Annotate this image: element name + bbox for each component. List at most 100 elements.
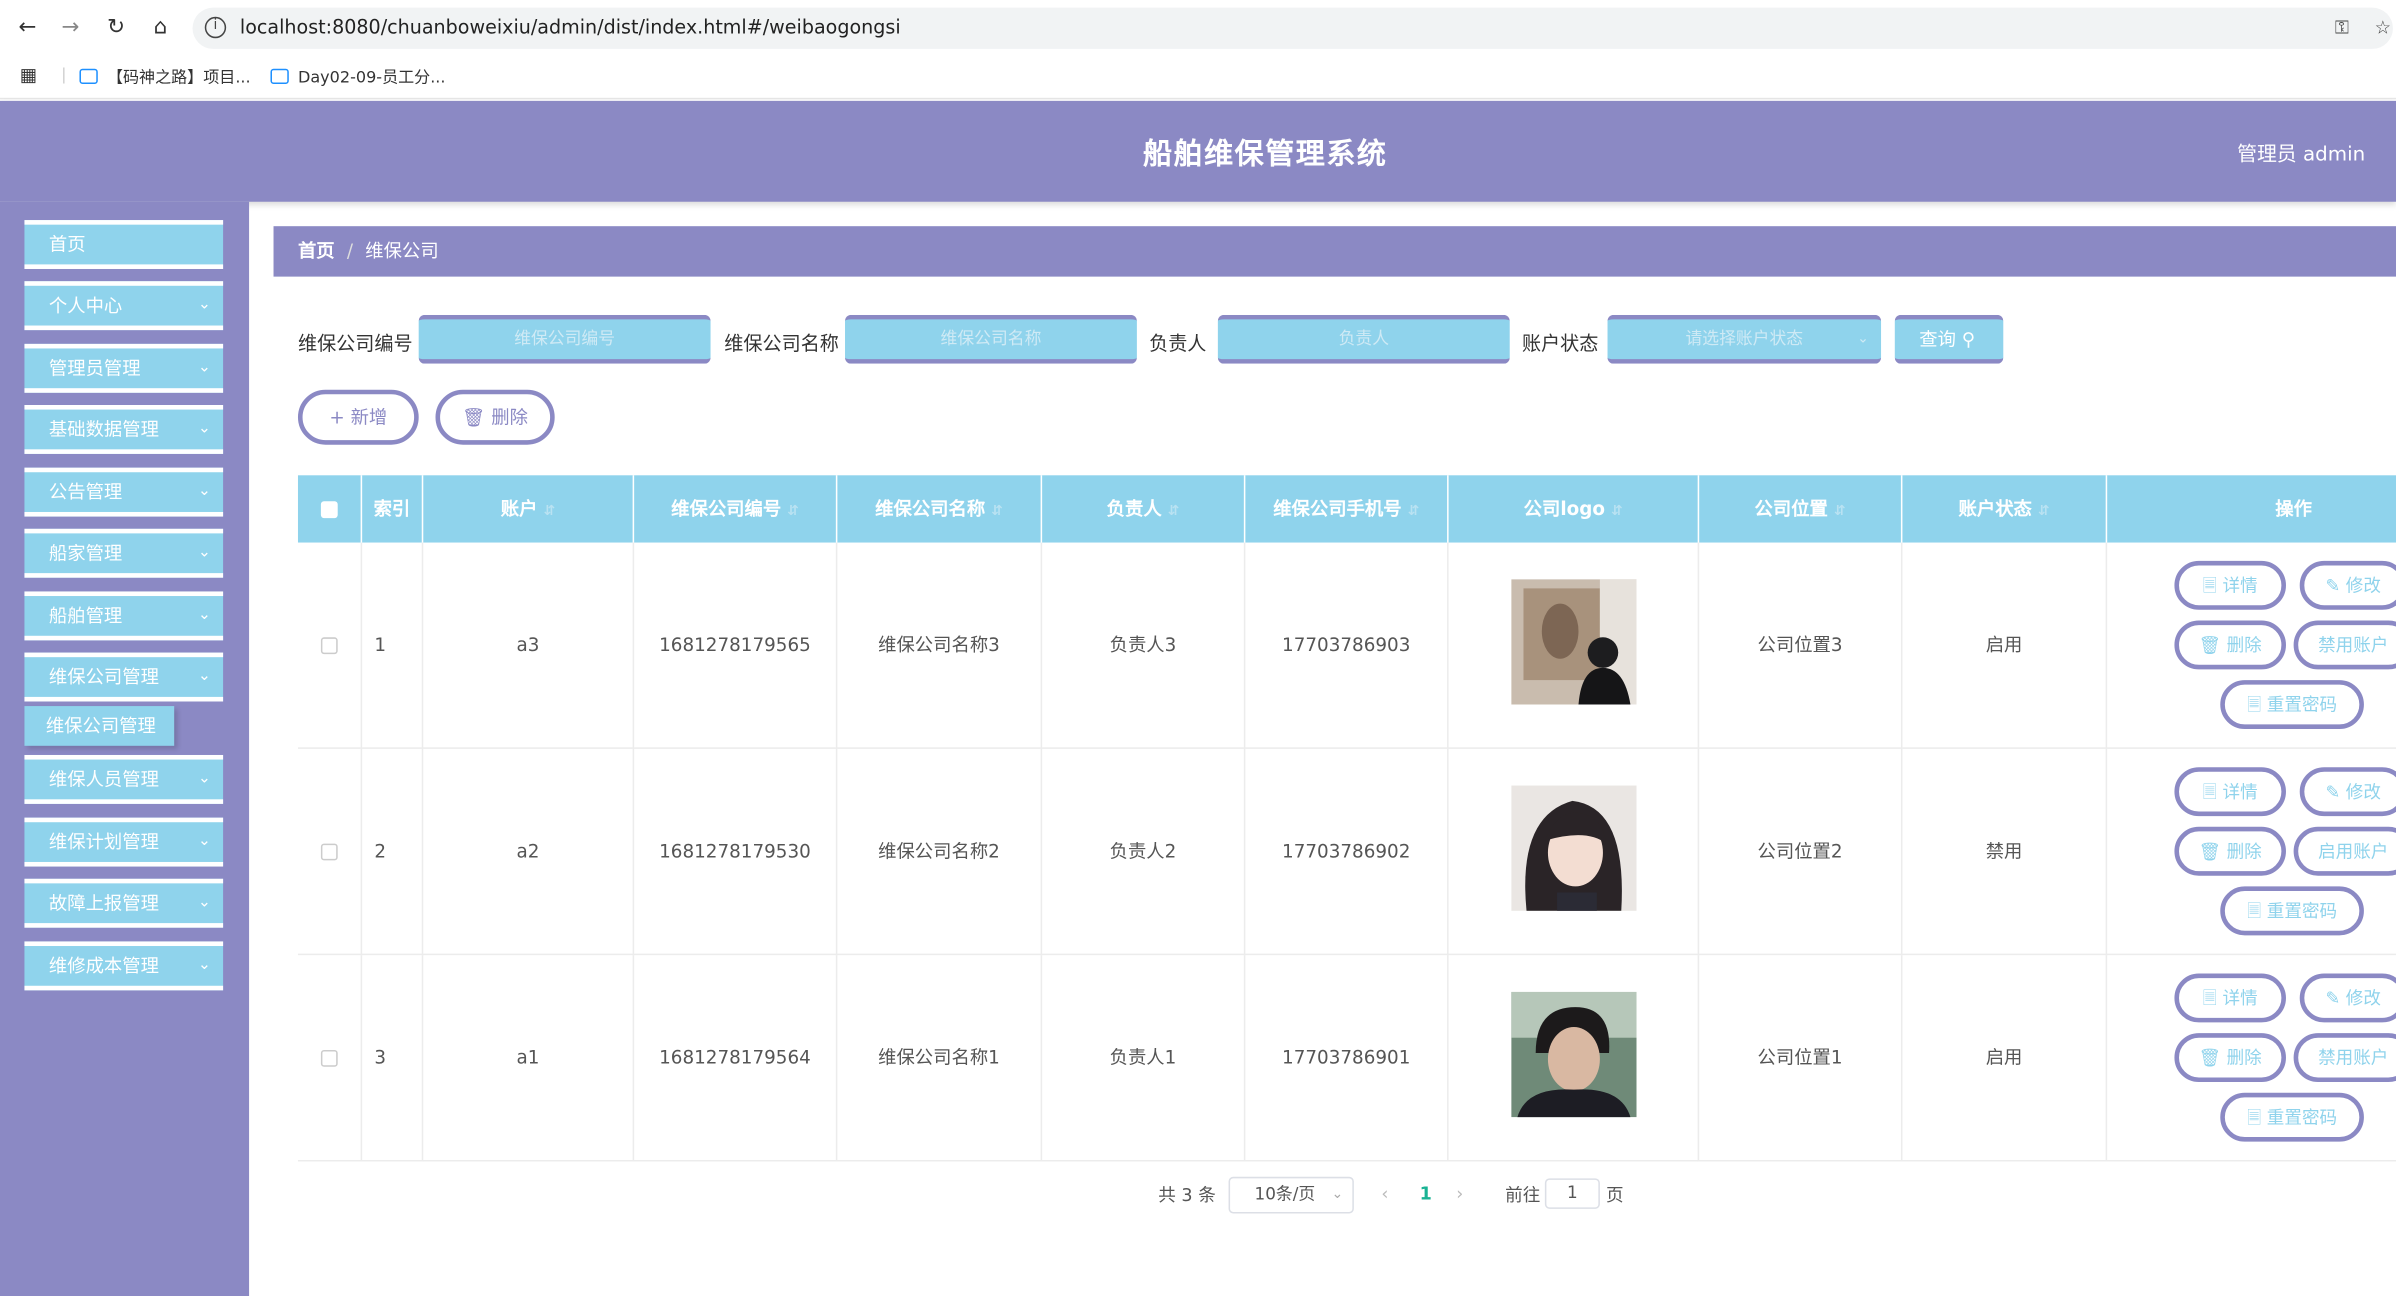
- page-size-select[interactable]: 10条/页 ⌄: [1228, 1176, 1354, 1214]
- col-code[interactable]: 维保公司编号 ⇵: [634, 475, 838, 543]
- sidebar-item-label: 维保计划管理: [48, 831, 159, 853]
- cell-code: 1681278179565: [634, 542, 838, 749]
- back-icon[interactable]: ←: [12, 12, 43, 43]
- filter-code-input[interactable]: 维保公司编号: [418, 314, 711, 364]
- detail-button[interactable]: 🗏 详情: [2174, 973, 2286, 1023]
- delete-button[interactable]: 🗑 删除: [2174, 1033, 2286, 1083]
- query-button[interactable]: 查询 ⚲: [1894, 314, 2004, 364]
- toggle-account-button[interactable]: 禁用账户: [2293, 1033, 2396, 1083]
- chevron-down-icon: ⌄: [198, 606, 211, 624]
- delete-label: 删除: [2226, 634, 2262, 656]
- toggle-account-button[interactable]: 禁用账户: [2293, 620, 2396, 670]
- sidebar-item-cost[interactable]: 维修成本管理 ⌄: [24, 941, 224, 991]
- prev-page-icon[interactable]: ‹: [1381, 1183, 1388, 1204]
- sidebar-item-basedata[interactable]: 基础数据管理 ⌄: [24, 405, 224, 454]
- sidebar-item-home[interactable]: 首页: [24, 220, 224, 269]
- col-phone[interactable]: 维保公司手机号 ⇵: [1245, 475, 1449, 543]
- filter-status-select[interactable]: 请选择账户状态 ⌄: [1607, 314, 1882, 364]
- select-all-checkbox[interactable]: [298, 475, 363, 543]
- sort-icon[interactable]: ⇵: [787, 504, 799, 519]
- edit-button[interactable]: ✎ 修改: [2299, 973, 2396, 1023]
- reload-icon[interactable]: ↻: [101, 12, 132, 43]
- document-icon: 🗏: [2247, 1106, 2262, 1128]
- sort-icon[interactable]: ⇵: [991, 504, 1003, 519]
- edit-button[interactable]: ✎ 修改: [2299, 767, 2396, 817]
- cell-phone: 17703786902: [1245, 748, 1449, 956]
- col-location[interactable]: 公司位置 ⇵: [1699, 475, 1903, 543]
- cell-account: a2: [423, 748, 635, 956]
- page-number-current[interactable]: 1: [1420, 1183, 1432, 1204]
- edit-button[interactable]: ✎ 修改: [2299, 560, 2396, 610]
- user-label[interactable]: 管理员 admin: [2237, 138, 2365, 167]
- sort-icon[interactable]: ⇵: [2038, 504, 2050, 519]
- delete-button[interactable]: 🗑 删除: [2174, 826, 2286, 876]
- trash-icon: 🗑: [2198, 1046, 2221, 1069]
- home-icon[interactable]: ⌂: [145, 12, 176, 43]
- filter-owner-label: 负责人: [1149, 331, 1207, 355]
- col-account[interactable]: 账户 ⇵: [423, 475, 635, 543]
- row-checkbox[interactable]: [298, 748, 363, 956]
- col-status[interactable]: 账户状态 ⇵: [1902, 475, 2108, 543]
- company-logo-image[interactable]: [1511, 785, 1637, 911]
- cell-index: 3: [362, 955, 424, 1162]
- star-icon[interactable]: ☆: [2375, 17, 2391, 38]
- goto-page-input[interactable]: 1: [1544, 1178, 1600, 1209]
- sort-icon[interactable]: ⇵: [1834, 504, 1846, 519]
- trash-icon: 🗑: [2198, 840, 2221, 862]
- sort-icon[interactable]: ⇵: [544, 504, 556, 519]
- col-owner-label: 负责人: [1106, 498, 1162, 520]
- reset-password-button[interactable]: 🗏 重置密码: [2220, 1092, 2364, 1142]
- sidebar-subitem-company[interactable]: 维保公司管理: [24, 706, 175, 746]
- sidebar-item-admin[interactable]: 管理员管理 ⌄: [24, 343, 224, 393]
- col-logo[interactable]: 公司logo ⇵: [1449, 475, 1700, 543]
- company-logo-image[interactable]: [1511, 579, 1637, 705]
- bookmark-1[interactable]: 【码神之路】项目...: [79, 66, 251, 89]
- sidebar-item-profile[interactable]: 个人中心 ⌄: [24, 281, 224, 331]
- document-icon: 🗏: [2247, 900, 2262, 922]
- filter-name-input[interactable]: 维保公司名称: [845, 314, 1137, 364]
- sidebar-item-shipowner[interactable]: 船家管理 ⌄: [24, 528, 224, 578]
- company-logo-image[interactable]: [1511, 991, 1637, 1118]
- sidebar-item-staff[interactable]: 维保人员管理 ⌄: [24, 754, 224, 804]
- document-icon: 🗏: [2202, 574, 2217, 597]
- chevron-down-icon: ⌄: [198, 832, 211, 850]
- sidebar-item-ship[interactable]: 船舶管理 ⌄: [24, 591, 224, 641]
- batch-delete-button[interactable]: 🗑 删除: [435, 389, 555, 445]
- sidebar-item-fault[interactable]: 故障上报管理 ⌄: [24, 878, 224, 928]
- document-icon: 🗏: [2247, 693, 2262, 716]
- add-button[interactable]: + 新增: [297, 389, 419, 445]
- row-checkbox[interactable]: [298, 542, 363, 749]
- delete-button[interactable]: 🗑 删除: [2174, 620, 2286, 670]
- breadcrumb-home[interactable]: 首页: [298, 240, 335, 261]
- sidebar-item-notice[interactable]: 公告管理 ⌄: [24, 467, 224, 517]
- col-owner[interactable]: 负责人 ⇵: [1042, 475, 1246, 543]
- detail-button[interactable]: 🗏 详情: [2174, 767, 2286, 817]
- forward-icon[interactable]: →: [55, 12, 86, 43]
- apps-grid-icon[interactable]: ▦: [20, 64, 37, 85]
- col-phone-label: 维保公司手机号: [1273, 498, 1402, 520]
- chevron-up-icon: ⌄: [198, 667, 211, 685]
- chevron-down-icon: ⌄: [198, 420, 211, 438]
- pencil-icon: ✎: [2325, 780, 2341, 803]
- row-checkbox[interactable]: [298, 955, 363, 1162]
- sidebar-item-label: 维保公司管理: [48, 666, 159, 688]
- sidebar-item-company[interactable]: 维保公司管理 ⌄: [24, 652, 224, 702]
- pencil-icon: ✎: [2325, 987, 2341, 1009]
- reset-password-button[interactable]: 🗏 重置密码: [2220, 886, 2364, 936]
- chevron-down-icon: ⌄: [198, 956, 211, 974]
- bookmark-2[interactable]: Day02-09-员工分...: [270, 66, 446, 89]
- sidebar-item-plan[interactable]: 维保计划管理 ⌄: [24, 817, 224, 867]
- sort-icon[interactable]: ⇵: [1408, 504, 1420, 519]
- reset-label: 重置密码: [2266, 693, 2338, 716]
- sort-icon[interactable]: ⇵: [1611, 504, 1623, 519]
- reset-password-button[interactable]: 🗏 重置密码: [2220, 680, 2364, 730]
- detail-button[interactable]: 🗏 详情: [2174, 560, 2286, 610]
- col-name[interactable]: 维保公司名称 ⇵: [837, 475, 1043, 543]
- address-bar[interactable]: i localhost:8080/chuanboweixiu/admin/dis…: [192, 7, 2393, 49]
- sort-icon[interactable]: ⇵: [1168, 504, 1180, 519]
- info-icon[interactable]: i: [204, 16, 227, 39]
- next-page-icon[interactable]: ›: [1456, 1183, 1463, 1204]
- filter-owner-input[interactable]: 负责人: [1217, 314, 1510, 364]
- toggle-account-button[interactable]: 启用账户: [2293, 826, 2396, 876]
- key-icon[interactable]: ⚿: [2335, 17, 2349, 40]
